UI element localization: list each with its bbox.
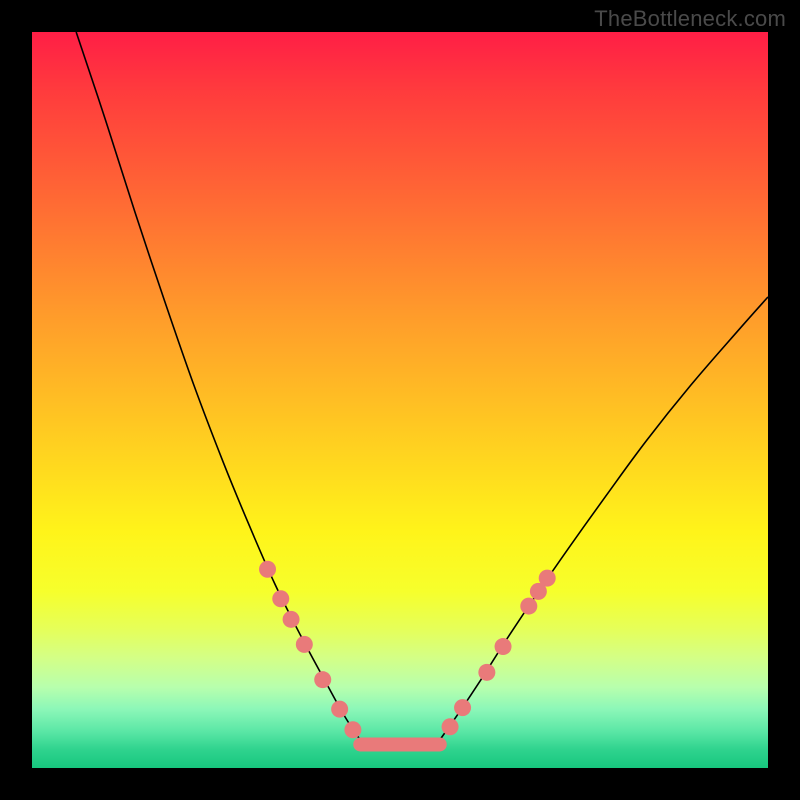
chart-frame: TheBottleneck.com — [0, 0, 800, 800]
data-marker — [272, 590, 289, 607]
data-marker — [259, 561, 276, 578]
data-marker — [314, 671, 331, 688]
data-marker — [478, 664, 495, 681]
data-marker — [454, 699, 471, 716]
data-marker — [283, 611, 300, 628]
data-marker — [331, 701, 348, 718]
data-marker — [442, 718, 459, 735]
plot-area — [32, 32, 768, 768]
data-marker — [296, 636, 313, 653]
chart-svg — [32, 32, 768, 768]
data-marker — [539, 570, 556, 587]
data-marker — [520, 598, 537, 615]
watermark-text: TheBottleneck.com — [594, 6, 786, 32]
data-marker — [344, 721, 361, 738]
left-curve — [76, 32, 360, 740]
data-marker — [495, 638, 512, 655]
